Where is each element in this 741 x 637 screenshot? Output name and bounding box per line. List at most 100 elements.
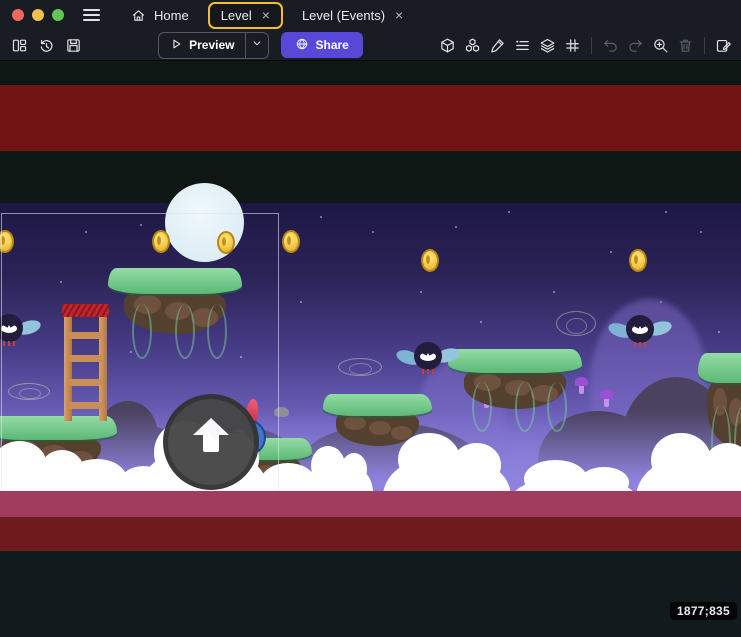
toolbar-center: Preview Share xyxy=(158,32,363,59)
tab-label: Home xyxy=(154,8,189,23)
star xyxy=(455,226,457,228)
cursor-coordinates-badge: 1877;835 xyxy=(670,602,737,620)
home-icon xyxy=(131,8,146,23)
bat-claw xyxy=(422,369,424,374)
object-groups-icon[interactable] xyxy=(461,34,484,57)
bat-claw xyxy=(639,342,641,347)
objects-icon[interactable] xyxy=(436,34,459,57)
ufo-inner xyxy=(349,363,372,375)
preview-dropdown-button[interactable] xyxy=(246,33,268,58)
chevron-down-icon xyxy=(250,36,264,55)
history-icon[interactable] xyxy=(35,34,58,57)
share-button[interactable]: Share xyxy=(281,32,363,58)
tab-label: Level (Events) xyxy=(302,8,385,23)
globe-icon xyxy=(295,37,309,54)
tab-home[interactable]: Home xyxy=(118,2,202,29)
ufo-inner xyxy=(566,318,587,334)
enemy-bat-sprite[interactable] xyxy=(611,311,669,353)
coin-sprite[interactable] xyxy=(282,230,300,253)
arrow-up-icon xyxy=(193,418,229,435)
scene-editor-canvas[interactable]: 1877;835 xyxy=(0,60,741,637)
star xyxy=(480,321,482,323)
cloud-puff xyxy=(651,433,711,487)
grid-icon[interactable] xyxy=(561,34,584,57)
scenery-pink-stripe xyxy=(0,491,741,517)
tab-level[interactable]: Level × xyxy=(208,2,283,29)
traffic-light-maximize[interactable] xyxy=(52,9,64,21)
save-icon[interactable] xyxy=(62,34,85,57)
cloud-puff xyxy=(341,453,368,485)
star xyxy=(372,231,374,233)
floating-island-sprite[interactable] xyxy=(448,349,582,409)
close-icon[interactable]: × xyxy=(393,8,403,22)
island-vine xyxy=(515,382,535,432)
traffic-lights xyxy=(0,9,74,21)
star xyxy=(300,301,302,303)
layers-icon[interactable] xyxy=(536,34,559,57)
traffic-light-close[interactable] xyxy=(12,9,24,21)
zoom-in-icon[interactable] xyxy=(649,34,672,57)
scenery-bottom-dark xyxy=(0,551,741,637)
toolbar-separator xyxy=(591,37,592,54)
toolbar-right xyxy=(436,34,735,57)
bat-claw xyxy=(644,342,646,347)
star xyxy=(665,211,667,213)
island-rock xyxy=(369,421,391,435)
traffic-light-minimize[interactable] xyxy=(32,9,44,21)
toolbar-left xyxy=(8,34,85,57)
share-label: Share xyxy=(316,38,349,52)
floating-island-sprite[interactable] xyxy=(698,353,741,447)
cloud-puff xyxy=(398,433,459,486)
trash-icon[interactable] xyxy=(674,34,697,57)
toolbar-separator xyxy=(704,37,705,54)
redo-icon[interactable] xyxy=(624,34,647,57)
panels-icon[interactable] xyxy=(8,34,31,57)
coin-slot xyxy=(634,255,638,264)
star xyxy=(508,211,510,213)
tab-bar: Home Level × Level (Events) × xyxy=(118,0,416,30)
bat-claw xyxy=(427,369,429,374)
star xyxy=(610,251,612,253)
tab-label: Level xyxy=(221,8,252,23)
mushroom-cap xyxy=(600,390,613,399)
coin-sprite[interactable] xyxy=(421,249,439,272)
toolbar: Preview Share xyxy=(0,30,741,60)
ufo-outline-sprite[interactable] xyxy=(556,311,596,336)
scenery-red-stripe xyxy=(0,517,741,551)
coin-slot xyxy=(287,236,291,245)
star xyxy=(553,291,555,293)
properties-icon[interactable] xyxy=(511,34,534,57)
preview-label: Preview xyxy=(189,38,234,52)
preview-button[interactable]: Preview xyxy=(158,32,268,59)
island-grass xyxy=(323,394,432,416)
cloud-puff xyxy=(311,446,345,485)
star xyxy=(700,231,702,233)
bat-claw xyxy=(634,342,636,347)
star xyxy=(718,331,720,333)
bat-claw xyxy=(432,369,434,374)
titlebar: Home Level × Level (Events) × xyxy=(0,0,741,30)
close-icon[interactable]: × xyxy=(260,8,270,22)
menu-icon[interactable] xyxy=(74,3,108,27)
tab-level-events[interactable]: Level (Events) × xyxy=(289,2,416,29)
edit-scene-icon[interactable] xyxy=(712,34,735,57)
undo-icon[interactable] xyxy=(599,34,622,57)
scenery-red-band-top xyxy=(0,85,741,151)
coin-sprite[interactable] xyxy=(629,249,647,272)
cloud-puff xyxy=(452,443,501,486)
enemy-bat-sprite[interactable] xyxy=(399,338,457,380)
island-grass xyxy=(448,349,582,373)
star xyxy=(320,216,322,218)
island-grass xyxy=(698,353,741,383)
coin-slot xyxy=(426,255,430,264)
island-vine xyxy=(472,382,492,432)
play-icon xyxy=(169,37,183,54)
arrow-up-stem xyxy=(203,435,219,452)
jump-button-sprite[interactable] xyxy=(163,394,259,490)
island-rock xyxy=(344,416,366,430)
star xyxy=(420,291,422,293)
app-window: Home Level × Level (Events) × Preview Share xyxy=(0,0,741,637)
ufo-outline-sprite[interactable] xyxy=(338,358,382,376)
mushroom-sprite[interactable] xyxy=(600,390,613,407)
edit-icon[interactable] xyxy=(486,34,509,57)
